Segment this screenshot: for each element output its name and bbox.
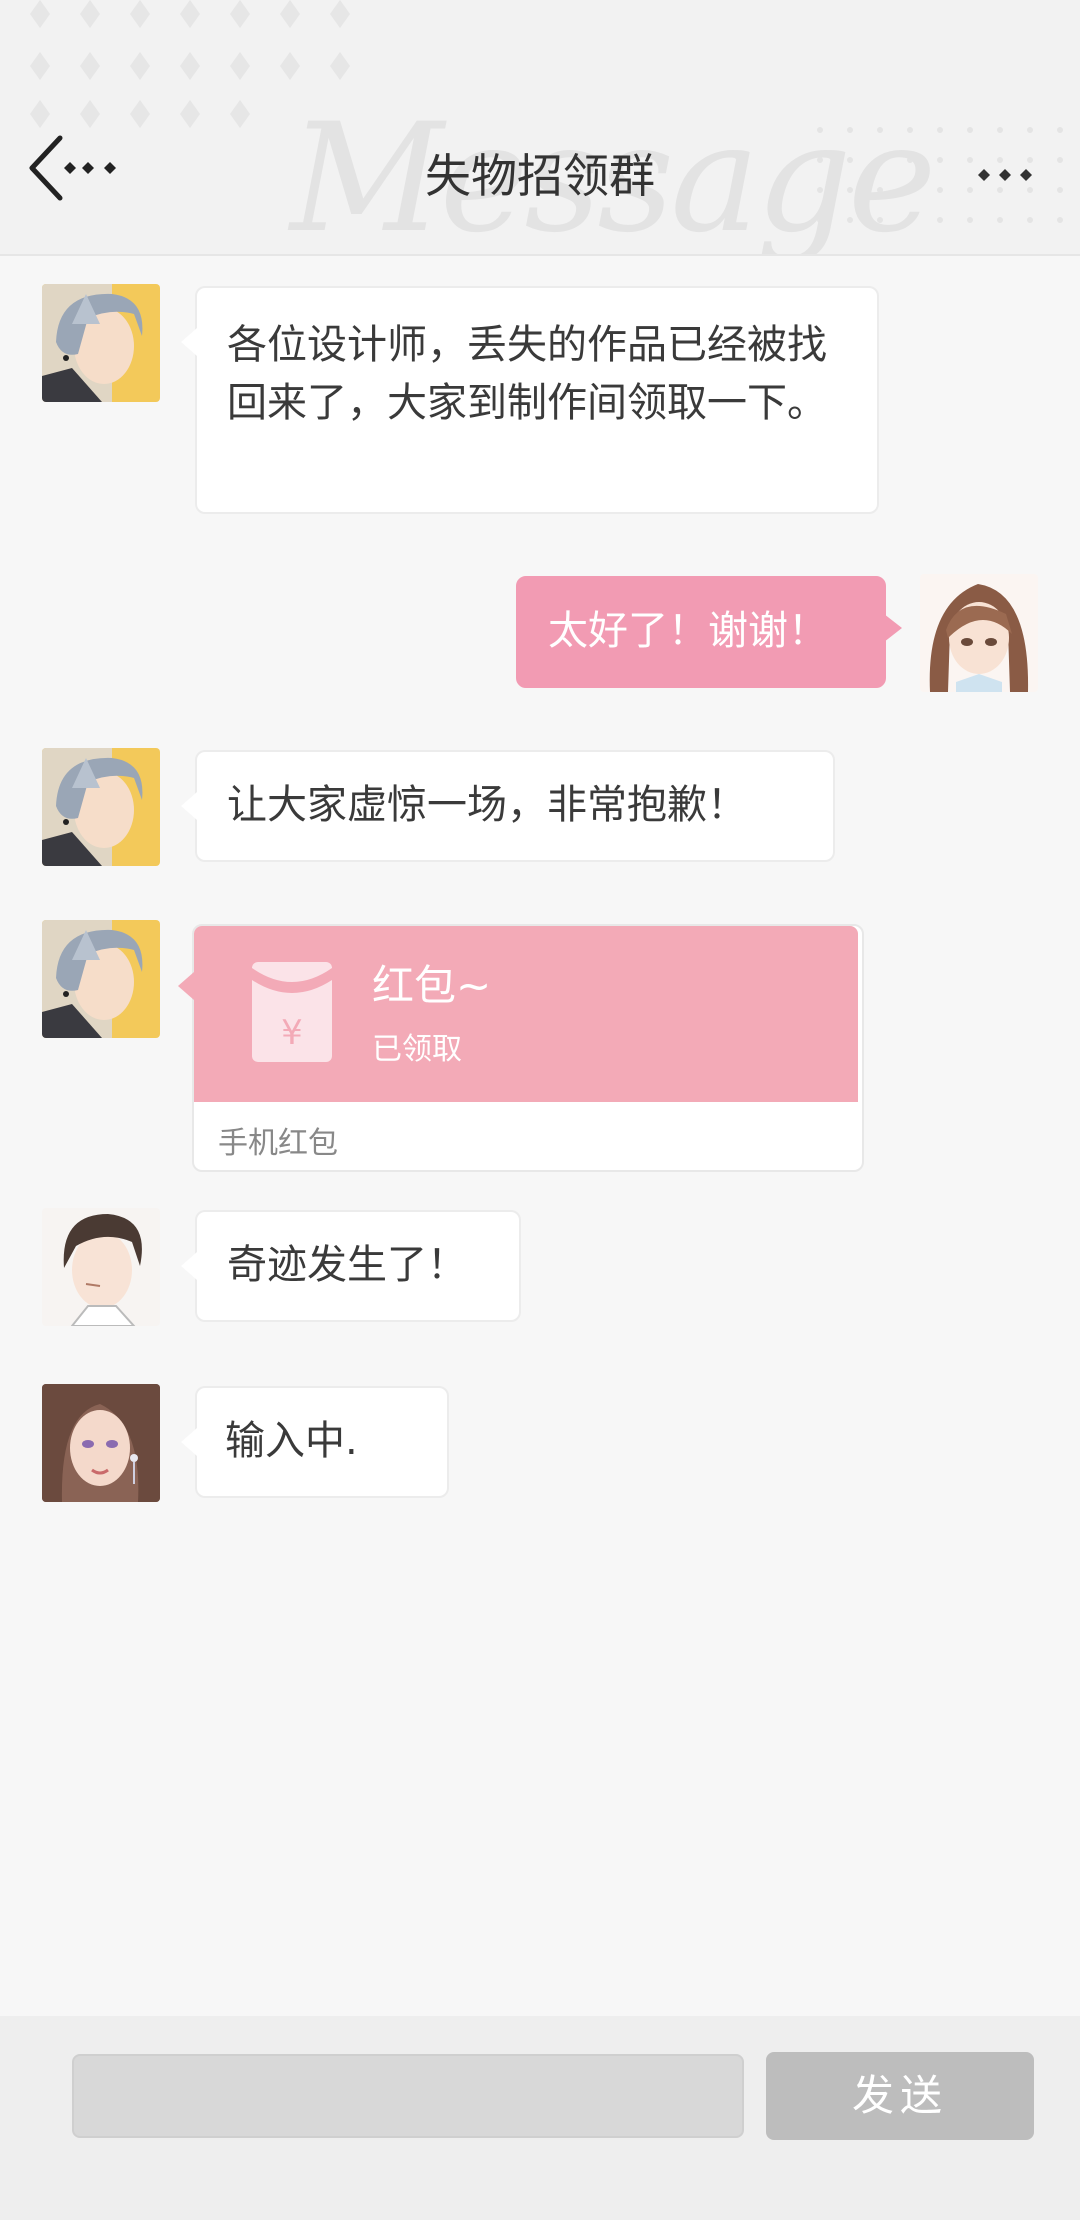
brown-hair-girl-avatar[interactable]: [920, 574, 1038, 692]
chat-message-list[interactable]: 各位设计师，丢失的作品已经被找回来了，大家到制作间领取一下。 太好了！谢谢！ 让…: [0, 256, 1080, 2016]
red-packet-title: 红包~: [372, 961, 492, 1010]
red-packet-card[interactable]: ¥ 红包~ 已领取 手机红包: [178, 924, 864, 1172]
message-input[interactable]: [72, 2054, 744, 2138]
red-packet-status: 已领取: [372, 1032, 462, 1067]
send-button[interactable]: 发送: [766, 2052, 1034, 2140]
svg-text:¥: ¥: [281, 1013, 303, 1053]
message-bubble[interactable]: 让大家虚惊一场，非常抱歉！: [181, 750, 835, 862]
message-bubble-self[interactable]: 太好了！谢谢！: [516, 576, 902, 688]
silver-hair-man-avatar[interactable]: [42, 748, 160, 866]
message-bubble[interactable]: 各位设计师，丢失的作品已经被找回来了，大家到制作间领取一下。: [181, 286, 879, 514]
more-dots-icon: [978, 169, 1032, 181]
message-input-bar: 发送: [0, 2016, 1080, 2220]
silver-hair-man-avatar[interactable]: [42, 920, 160, 1038]
page-title: 失物招领群: [425, 149, 655, 203]
message-bubble[interactable]: 奇迹发生了！: [181, 1210, 521, 1322]
red-packet-footer: 手机红包: [218, 1126, 338, 1161]
dark-hair-man-avatar[interactable]: [42, 1208, 160, 1326]
more-options-button[interactable]: [970, 160, 1040, 190]
chat-header: Message 失物招领群: [0, 0, 1080, 256]
silver-hair-man-avatar[interactable]: [42, 284, 160, 402]
message-bubble-typing[interactable]: 输入中.: [181, 1386, 449, 1498]
red-envelope-icon: ¥: [252, 962, 332, 1062]
woman-earring-avatar[interactable]: [42, 1384, 160, 1502]
